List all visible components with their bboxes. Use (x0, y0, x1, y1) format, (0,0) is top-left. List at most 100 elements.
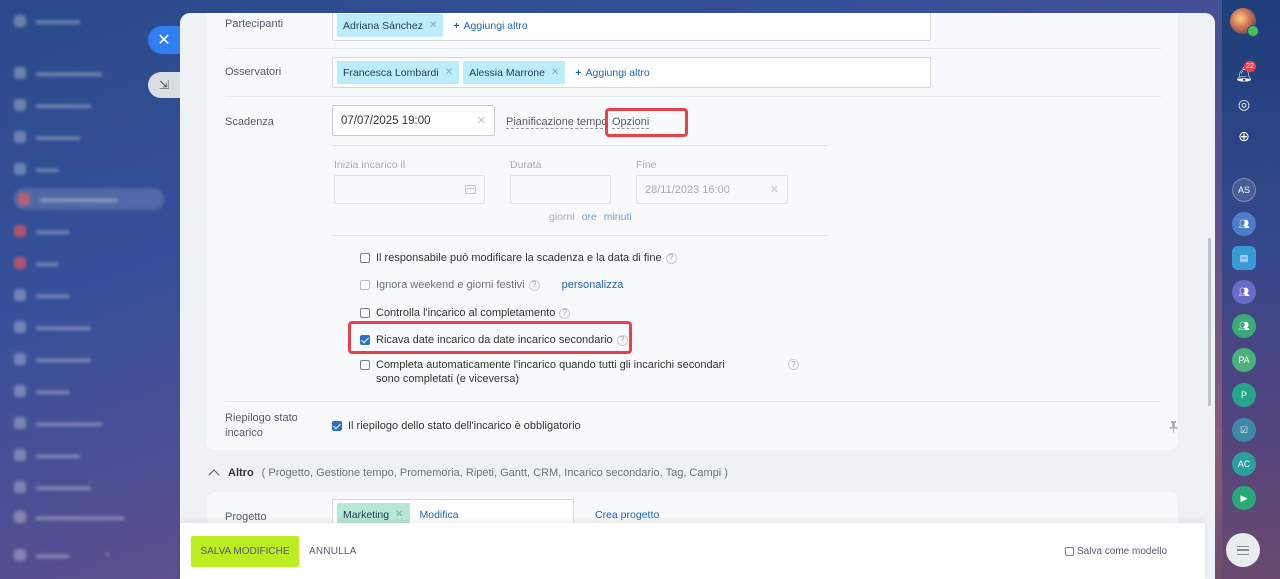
start-date-input[interactable] (334, 175, 485, 204)
observer-tag[interactable]: Francesca Lombardi ✕ (337, 61, 460, 84)
close-icon: ✕ (157, 32, 171, 49)
divider (225, 48, 1161, 49)
sidebar-blurred-item: ▬▬▬▬▬ (14, 316, 164, 338)
avatar[interactable]: AC (1232, 452, 1256, 476)
checkbox-label: Il riepilogo dello stato dell'incarico è… (348, 420, 581, 432)
observers-field[interactable]: Francesca Lombardi ✕ Alessia Marrone ✕ + Ag… (332, 57, 931, 88)
other-section-toggle[interactable]: Altro ( Progetto, Gestione tempo, Promem… (208, 467, 728, 481)
add-participant-link[interactable]: + Aggiungi altro (447, 20, 527, 32)
unit-hours[interactable]: ore (582, 211, 597, 223)
checkbox-checked[interactable] (332, 421, 342, 431)
sidebar-blurred-item: ▬▬▬▬ (14, 10, 164, 32)
spiral-icon[interactable]: ◎ (1232, 92, 1256, 116)
add-label: Aggiungi altro (463, 19, 528, 32)
checkbox-row[interactable]: Completa automaticamente l'incarico quan… (360, 358, 750, 386)
checkbox[interactable] (360, 308, 370, 318)
sidebar-blurred-item: ▬▬▬▬▬ (14, 94, 164, 116)
checkbox-row[interactable]: Il responsabile può modificare la scaden… (360, 251, 677, 265)
participants-label: Partecipanti (225, 18, 284, 30)
help-icon[interactable]: ? (665, 252, 677, 264)
tag-label: Adriana Sánchez (343, 19, 423, 32)
sidebar-blurred-item: ▬▬▬▬ (14, 444, 164, 466)
sidebar-blurred-item-active: ▬▬▬▬▬▬▬ (14, 188, 164, 210)
help-icon[interactable]: ? (788, 359, 799, 370)
add-observer-link[interactable]: + Aggiungi altro (569, 67, 649, 79)
checkbox[interactable] (360, 253, 370, 263)
checkbox[interactable] (360, 280, 370, 290)
footer-bar: SALVA MODIFICHE ANNULLA Salva come model… (180, 523, 1205, 579)
checkbox[interactable] (360, 360, 370, 370)
group-chat-icon[interactable]: 👥︎ (1232, 314, 1256, 338)
unit-days[interactable]: giorni (549, 211, 575, 223)
divider (332, 235, 828, 236)
tag-label: Marketing (343, 508, 390, 521)
remove-tag-icon[interactable]: ✕ (395, 509, 403, 520)
remove-tag-icon[interactable]: ✕ (551, 67, 559, 78)
avatar[interactable]: P (1232, 383, 1256, 407)
summary-label: Riepilogo stato incarico (225, 412, 298, 439)
customize-link[interactable]: personalizza (562, 278, 624, 292)
clear-icon[interactable]: ✕ (770, 183, 779, 196)
participant-tag[interactable]: Adriana Sánchez ✕ (337, 14, 444, 37)
tag-label: Alessia Marrone (469, 66, 545, 79)
checkbox-label: Controlla l'incarico al completamento (376, 307, 556, 319)
end-label: Fine (636, 159, 657, 171)
minimize-icon: ⇲ (158, 78, 170, 92)
highlight-frame-options (605, 108, 688, 137)
duration-units: giorni ore minuti (549, 211, 632, 223)
tasks-chat-icon[interactable]: ☑ (1232, 418, 1256, 442)
avatar[interactable]: PA (1232, 348, 1256, 372)
observer-tag[interactable]: Alessia Marrone ✕ (463, 61, 566, 84)
cancel-button[interactable]: ANNULLA (309, 546, 357, 557)
sidebar-blurred-item: ▬▬▬▬▬ (14, 348, 164, 370)
time-planning-label: Pianificazione tempo (506, 116, 608, 129)
chevron-up-icon (208, 469, 220, 481)
summary-checkbox-row[interactable]: Il riepilogo dello stato dell'incarico è… (332, 419, 581, 433)
calendar-icon[interactable] (465, 185, 476, 194)
checkbox-label: Ignora weekend e giorni festivi (376, 279, 525, 291)
help-icon[interactable]: ? (559, 307, 571, 319)
remove-tag-icon[interactable]: ✕ (445, 67, 453, 78)
modify-project-link[interactable]: Modifica (414, 509, 459, 521)
save-changes-button[interactable]: SALVA MODIFICHE (191, 536, 299, 567)
end-date-input[interactable]: 28/11/2023 16:00 ✕ (636, 175, 788, 204)
help-icon[interactable]: ? (528, 279, 540, 291)
sidebar-blurred-item: ▬▬▬▬▬ (14, 476, 164, 498)
sidebar-blurred-item: ▬▬▬ (14, 284, 164, 306)
scrollbar[interactable] (1208, 238, 1211, 406)
unit-minutes[interactable]: minuti (604, 211, 632, 223)
participants-field[interactable]: Adriana Sánchez ✕ + Aggiungi altro (332, 13, 931, 41)
create-project-link[interactable]: Crea progetto (595, 509, 659, 521)
template-label: Salva come modello (1077, 546, 1168, 557)
checkbox-label: Completa automaticamente l'incarico quan… (376, 359, 725, 385)
save-as-template-toggle[interactable]: Salva come modello (1065, 546, 1167, 557)
close-slider-button[interactable]: ✕ (148, 26, 180, 54)
message-icon[interactable]: ▤ (1232, 246, 1256, 270)
checkbox[interactable] (1065, 547, 1074, 556)
clear-icon[interactable]: ✕ (477, 114, 486, 127)
deadline-value: 07/07/2025 19:00 (341, 114, 431, 127)
group-chat-icon[interactable]: 👥︎ (1232, 212, 1256, 236)
sidebar-blurred-item: ▬▬▬▬▬▬ (14, 62, 164, 84)
duration-label: Durata (510, 159, 542, 171)
deadline-input[interactable]: 07/07/2025 19:00 ✕ (332, 105, 495, 136)
tag-label: Francesca Lombardi (343, 66, 439, 79)
end-date-value: 28/11/2023 16:00 (645, 183, 730, 196)
menu-icon (1237, 545, 1249, 555)
search-chat-icon[interactable]: ⊕ (1232, 124, 1256, 148)
menu-button[interactable] (1226, 533, 1260, 567)
checkbox-row[interactable]: Controlla l'incarico al completamento? (360, 306, 571, 320)
checkbox-row[interactable]: Ignora weekend e giorni festivi? persona… (360, 278, 623, 292)
video-call-icon[interactable]: ▶ (1232, 486, 1256, 510)
minimize-slider-button[interactable]: ⇲ (148, 72, 180, 98)
remove-tag-icon[interactable]: ✕ (429, 20, 437, 31)
notification-badge: 22 (1244, 61, 1256, 72)
sidebar-blurred-item: ▬▬ (14, 158, 164, 180)
pin-icon[interactable] (1169, 421, 1178, 433)
observers-label: Osservatori (225, 66, 282, 78)
right-sidebar: 🔔︎ 22 ◎ ⊕ AS 👥︎ ▤ 👥︎ 👥︎ PA P ☑ AC ▶ (1222, 0, 1280, 579)
group-chat-icon[interactable]: 👥︎ (1232, 280, 1256, 304)
duration-input[interactable] (510, 175, 611, 204)
divider (332, 145, 828, 146)
avatar[interactable]: AS (1232, 178, 1256, 202)
